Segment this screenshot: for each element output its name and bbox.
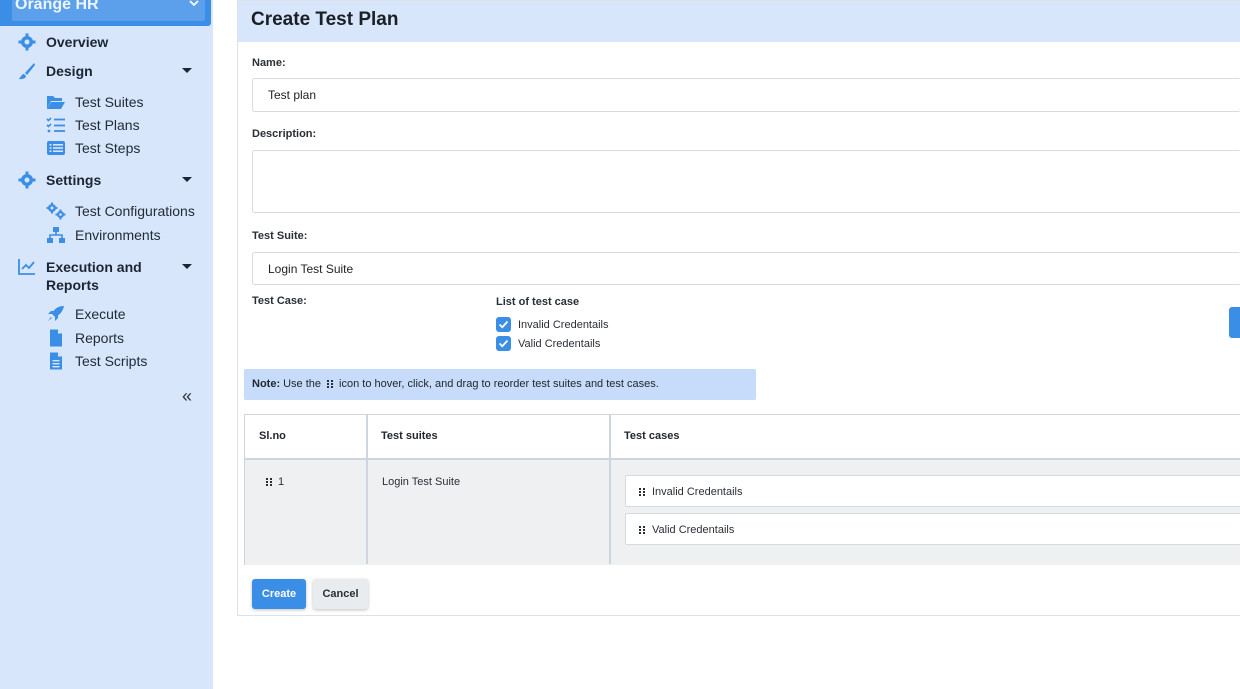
name-input-value: Test plan: [268, 88, 317, 102]
page-title: Create Test Plan: [251, 9, 399, 30]
grip-icon: [266, 478, 272, 486]
note-text-after: icon to hover, click, and drag to reorde…: [339, 378, 659, 390]
cancel-button[interactable]: Cancel: [313, 579, 368, 609]
test-case-card-label: Valid Credentails: [652, 524, 735, 536]
sidebar-item-test-scripts[interactable]: Test Scripts: [46, 352, 147, 370]
column-header-test-suites: Test suites: [381, 430, 438, 442]
sidebar-item-label: Execute: [75, 306, 126, 322]
project-select[interactable]: Orange HR: [0, 0, 211, 26]
sidebar-item-label: Test Suites: [75, 94, 144, 110]
column-divider: [366, 415, 368, 564]
table-row: 1 Login Test Suite Invalid Credentails V…: [245, 460, 1240, 565]
test-suite-select[interactable]: Login Test Suite: [252, 252, 1240, 285]
test-case-option[interactable]: Invalid Credentails: [496, 317, 609, 332]
test-case-card-content: Valid Credentails: [638, 524, 734, 536]
checkbox-checked[interactable]: [496, 317, 511, 332]
column-header-slno: Sl.no: [259, 430, 286, 442]
sidebar-item-label: Settings: [46, 172, 102, 188]
sidebar-item-label: Design: [46, 63, 93, 79]
grip-icon: [639, 488, 645, 496]
collapse-sidebar-button[interactable]: «: [182, 386, 192, 407]
grip-icon: [327, 380, 334, 388]
sidebar-item-settings[interactable]: Settings: [18, 171, 192, 189]
name-label: Name:: [252, 57, 286, 69]
column-divider: [609, 415, 611, 564]
row-drag-handle[interactable]: 1: [265, 476, 284, 488]
sidebar-item-label: Test Scripts: [75, 353, 148, 369]
sidebar-item-execute[interactable]: Execute: [46, 305, 126, 323]
test-case-card[interactable]: Invalid Credentails: [625, 475, 1240, 507]
test-case-option-label: Invalid Credentails: [518, 318, 609, 331]
sidebar-item-label: Test Plans: [75, 117, 140, 133]
gears-icon: [46, 202, 66, 220]
row-test-suite: Login Test Suite: [382, 476, 461, 488]
project-select-field[interactable]: Orange HR: [12, 0, 205, 21]
network-icon: [47, 227, 65, 243]
create-test-plan-panel: Create Test Plan Name: Test plan Descrip…: [237, 0, 1240, 616]
gear-icon: [18, 33, 36, 51]
sidebar-item-execution-and-reports[interactable]: Execution and Reports: [18, 258, 192, 294]
gear-icon: [18, 171, 36, 189]
description-textarea[interactable]: [252, 150, 1240, 213]
test-case-list-title: List of test case: [496, 296, 580, 308]
sidebar-item-design[interactable]: Design: [18, 62, 192, 80]
sidebar-item-label: Execution and Reports: [46, 259, 142, 293]
name-input[interactable]: Test plan: [252, 78, 1240, 112]
test-case-card[interactable]: Valid Credentails: [625, 513, 1240, 545]
table-header: Sl.no Test suites Test cases: [245, 415, 1240, 460]
sidebar: Orange HR Overview Design Test Suites Te…: [0, 0, 213, 689]
caret-down-icon: [182, 264, 192, 269]
row-slno: 1: [278, 476, 285, 488]
column-header-test-cases: Test cases: [624, 430, 680, 442]
test-plan-table: Sl.no Test suites Test cases 1 Login Tes…: [244, 414, 1240, 565]
grip-icon: [639, 526, 645, 534]
checklist-icon: [46, 117, 65, 133]
brush-icon: [18, 63, 35, 80]
test-suite-label: Test Suite:: [252, 230, 308, 242]
sidebar-item-label: Overview: [46, 34, 109, 50]
file-icon: [50, 329, 62, 347]
reorder-note: Note: Use the icon to hover, click, and …: [244, 369, 756, 400]
sidebar-item-overview[interactable]: Overview: [18, 33, 108, 51]
sidebar-item-label: Test Configurations: [75, 203, 195, 219]
test-case-option[interactable]: Valid Credentails: [496, 336, 600, 351]
sidebar-item-label: Environments: [75, 227, 161, 243]
test-case-card-label: Invalid Credentails: [652, 486, 743, 498]
file-lines-icon: [50, 352, 62, 370]
note-text: Note: Use the icon to hover, click, and …: [252, 378, 659, 390]
sidebar-item-test-suites[interactable]: Test Suites: [46, 93, 143, 111]
create-button[interactable]: Create: [252, 579, 306, 609]
project-name: Orange HR: [15, 0, 99, 13]
sidebar-item-environments[interactable]: Environments: [46, 226, 161, 244]
description-label: Description:: [252, 128, 317, 140]
test-suite-value: Login Test Suite: [268, 262, 354, 276]
page-header: Create Test Plan: [238, 1, 1240, 42]
note-text-before: Use the: [283, 378, 322, 390]
sidebar-item-label: Reports: [75, 330, 125, 346]
rocket-icon: [48, 306, 64, 321]
sidebar-item-test-plans[interactable]: Test Plans: [46, 116, 140, 134]
chart-line-icon: [18, 259, 35, 275]
chevron-down-icon: [189, 0, 199, 7]
check-icon: [498, 320, 509, 329]
checkbox-checked[interactable]: [496, 336, 511, 351]
note-prefix: Note:: [252, 378, 281, 390]
test-case-card-content: Invalid Credentails: [638, 486, 743, 498]
sidebar-item-label: Test Steps: [75, 140, 141, 156]
sidebar-item-test-configurations[interactable]: Test Configurations: [46, 202, 195, 220]
sidebar-item-test-steps[interactable]: Test Steps: [46, 139, 140, 157]
test-case-label: Test Case:: [252, 295, 307, 307]
test-case-option-label: Valid Credentails: [518, 337, 601, 350]
sidebar-item-reports[interactable]: Reports: [46, 329, 124, 347]
list-icon: [47, 141, 65, 155]
add-test-case-button[interactable]: [1229, 307, 1240, 338]
caret-down-icon: [182, 68, 192, 73]
check-icon: [498, 339, 509, 348]
caret-down-icon: [182, 177, 192, 182]
folder-open-icon: [47, 96, 65, 109]
